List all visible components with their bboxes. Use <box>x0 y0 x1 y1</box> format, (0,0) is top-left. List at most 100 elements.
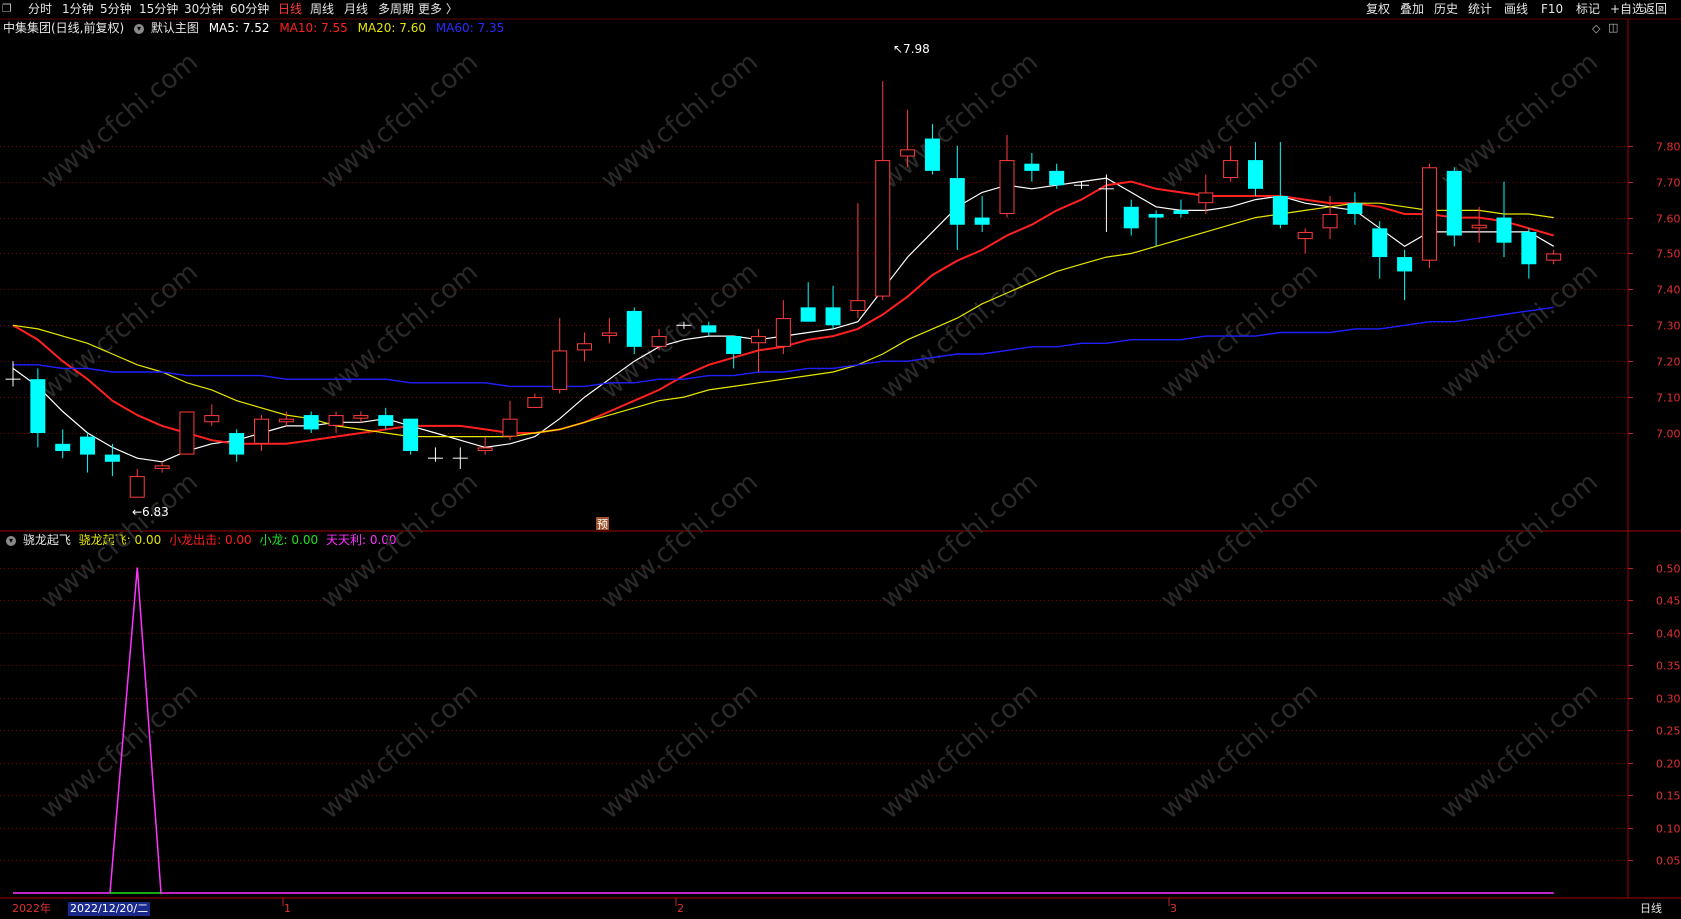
candle-body-down <box>1347 203 1363 214</box>
kline-chart[interactable]: www.cfchi.com www.cfchi.com www.cfchi.com w… <box>0 0 1681 919</box>
sub-item-label: 小龙出击: <box>169 533 222 547</box>
candle-body-up <box>1421 167 1437 261</box>
period-tab[interactable]: 更多 〉 <box>418 1 458 17</box>
main-chart-legend: 中集集团(日线,前复权) ▾ 默认主图 MA5: 7.52 MA10: 7.55… <box>0 19 504 37</box>
toolbar-button[interactable]: 返回 <box>1643 1 1667 17</box>
candle-body-down <box>1024 163 1040 171</box>
sub-chart-legend: ▾ 骁龙起飞 骁龙起飞: 0.00 小龙出击: 0.00 小龙: 0.00 天天… <box>0 532 397 548</box>
candle-body-down <box>1446 170 1462 236</box>
period-label[interactable]: 日线 <box>1640 902 1662 916</box>
chevron-left-icon[interactable]: ‹ <box>1659 2 1663 15</box>
candle-body-down <box>403 418 419 451</box>
watermark-text: www.cfchi.com <box>1435 677 1604 825</box>
candle-body-up <box>1471 224 1487 229</box>
price-tick-label: 7.80 <box>1656 141 1681 154</box>
watermark-text: www.cfchi.com <box>1155 467 1324 615</box>
candle-body-up <box>254 418 269 444</box>
ma20-legend: MA20: 7.60 <box>358 21 426 35</box>
diamond-icon[interactable]: ◇ <box>1592 22 1600 35</box>
price-tick-label: 7.30 <box>1656 320 1681 333</box>
candle-body-up <box>129 476 145 498</box>
candle-body-down <box>1173 210 1189 214</box>
ma60-line <box>13 306 1554 388</box>
indicator-dropdown-icon[interactable]: ▾ <box>6 535 16 546</box>
candle-body-down <box>1397 257 1413 272</box>
candle-body-up <box>204 415 220 423</box>
stock-title[interactable]: 中集集团(日线,前复权) <box>3 21 124 35</box>
candle-body-up <box>278 418 294 423</box>
watermark-text: www.cfchi.com <box>595 677 764 825</box>
period-tab[interactable]: 周线 <box>310 1 334 17</box>
price-tick-label: 7.40 <box>1656 284 1681 297</box>
toolbar-button[interactable]: 画线 <box>1504 1 1528 17</box>
toolbar-button[interactable]: 统计 <box>1468 1 1492 17</box>
toolbar-button[interactable]: +自选 <box>1610 1 1644 17</box>
watermark-text: www.cfchi.com <box>1435 47 1604 195</box>
candle-body-up <box>850 300 866 311</box>
price-tick-label: 7.60 <box>1656 213 1681 226</box>
watermark-text: www.cfchi.com <box>875 47 1044 195</box>
sub-item-value: 0.00 <box>134 533 162 547</box>
candle-body-down <box>701 325 717 333</box>
watermark-text: www.cfchi.com <box>35 257 204 405</box>
window-restore-icon[interactable]: ❐ <box>2 2 12 15</box>
candle-body-up <box>353 415 369 419</box>
watermark-text: www.cfchi.com <box>1435 467 1604 615</box>
period-tab[interactable]: 多周期 <box>378 1 414 17</box>
toolbar-button[interactable]: F10 <box>1541 1 1563 17</box>
ma5-legend: MA5: 7.52 <box>209 21 270 35</box>
period-tab[interactable]: 15分钟 <box>139 1 178 17</box>
template-dropdown-icon[interactable]: ▾ <box>134 23 145 34</box>
tiantianli-line <box>13 567 1554 894</box>
period-tab[interactable]: 60分钟 <box>230 1 269 17</box>
year-label: 2022年 <box>12 902 51 915</box>
candle-body-down <box>1148 213 1164 218</box>
toolbar-button[interactable]: 叠加 <box>1400 1 1424 17</box>
watermark-text: www.cfchi.com <box>315 677 484 825</box>
toolbar-button[interactable]: 历史 <box>1434 1 1458 17</box>
candle-body-up <box>1546 253 1562 261</box>
period-tab[interactable]: 日线 <box>278 1 302 17</box>
month-label-feb: 2 <box>677 902 684 915</box>
ma20-value: 7.60 <box>399 21 426 35</box>
period-tab[interactable]: 1分钟 <box>62 1 94 17</box>
candle-body-up <box>900 149 916 157</box>
watermark-text: www.cfchi.com <box>35 47 204 195</box>
candle-body-down <box>924 138 940 171</box>
candle-body-up <box>1198 192 1214 204</box>
candle-body-up <box>154 465 170 469</box>
sub-item-3: 小龙: 0.00 <box>260 533 319 547</box>
toolbar-button[interactable]: 复权 <box>1366 1 1390 17</box>
watermark-text: www.cfchi.com <box>595 467 764 615</box>
indicator-name[interactable]: 骁龙起飞 <box>23 533 71 547</box>
candle-body-down <box>80 436 96 455</box>
month-label-jan: 1 <box>284 902 291 915</box>
period-tab[interactable]: 30分钟 <box>184 1 223 17</box>
watermark-text: www.cfchi.com <box>595 47 764 195</box>
candle-body-up <box>477 447 493 451</box>
candle-body-up <box>601 332 617 337</box>
panel-toggle-icon[interactable]: ◫ <box>1608 21 1618 34</box>
period-tab[interactable]: 分时 <box>28 1 52 17</box>
sub-tick-label: 0.20 <box>1656 758 1681 771</box>
candle-body-down <box>626 310 642 347</box>
month-label-mar: 3 <box>1170 902 1177 915</box>
sub-item-label: 小龙: <box>259 533 288 547</box>
ma60-value: 7.35 <box>477 21 505 35</box>
high-price-label: ↖7.98 <box>893 42 930 56</box>
candle-body-down <box>825 307 841 326</box>
watermark-text: www.cfchi.com <box>875 257 1044 405</box>
period-tab[interactable]: 5分钟 <box>100 1 132 17</box>
template-name[interactable]: 默认主图 <box>151 21 199 35</box>
candle-body-down <box>55 443 71 451</box>
candle-body-down <box>1496 217 1512 243</box>
candle-body-down <box>1521 231 1537 265</box>
sub-item-2: 小龙出击: 0.00 <box>169 533 252 547</box>
candle-body-down <box>1123 206 1139 229</box>
sub-tick-label: 0.25 <box>1656 725 1681 738</box>
candle-body-down <box>1272 196 1288 225</box>
period-tab[interactable]: 月线 <box>344 1 368 17</box>
candle-body-down <box>104 454 120 462</box>
toolbar-button[interactable]: 标记 <box>1576 1 1600 17</box>
candle-body-up <box>1322 213 1338 229</box>
